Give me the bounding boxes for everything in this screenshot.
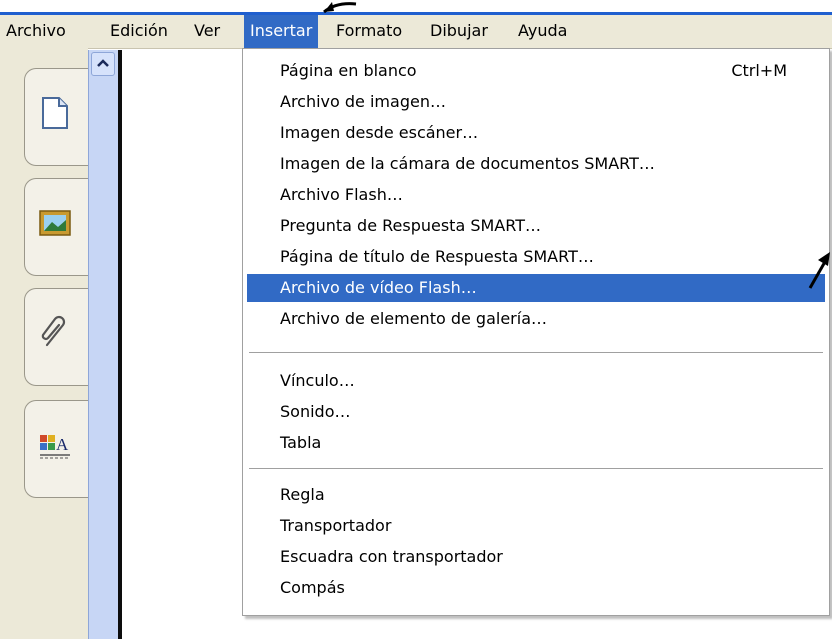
menu-edicion[interactable]: Edición (104, 15, 174, 48)
menu-item-link[interactable]: Vínculo… (247, 367, 825, 395)
menu-ayuda[interactable]: Ayuda (512, 15, 573, 48)
menu-item-set-square[interactable]: Escuadra con transportador (247, 543, 825, 571)
menu-item-ruler[interactable]: Regla (247, 481, 825, 509)
page-sorter-tab[interactable] (24, 68, 91, 166)
gallery-tab[interactable] (24, 178, 91, 276)
menu-item-label: Página en blanco (280, 61, 417, 80)
vertical-scrollbar[interactable] (88, 50, 119, 639)
svg-text:A: A (56, 435, 69, 454)
menu-item-scanner-image[interactable]: Imagen desde escáner… (247, 119, 825, 147)
insertar-dropdown-menu: Página en blanco Ctrl+M Archivo de image… (242, 48, 830, 616)
menu-item-compass[interactable]: Compás (247, 574, 825, 602)
annotation-arrow-top (323, 2, 357, 14)
menu-ver[interactable]: Ver (188, 15, 226, 48)
menu-separator (249, 352, 823, 354)
menu-item-flash-video-file[interactable]: Archivo de vídeo Flash… (247, 274, 825, 302)
page-sorter-icon (42, 97, 68, 129)
divider-line (118, 50, 122, 639)
menu-item-flash-file[interactable]: Archivo Flash… (247, 181, 825, 209)
annotation-arrow-side (808, 252, 830, 289)
menu-item-sound[interactable]: Sonido… (247, 398, 825, 426)
menu-insertar[interactable]: Insertar (244, 15, 319, 48)
menu-item-gallery-item-file[interactable]: Archivo de elemento de galería… (247, 305, 825, 333)
menu-item-table[interactable]: Tabla (247, 429, 825, 457)
menu-item-blank-page[interactable]: Página en blanco Ctrl+M (247, 57, 825, 85)
menu-separator (249, 468, 823, 470)
menu-item-image-file[interactable]: Archivo de imagen… (247, 88, 825, 116)
attachments-tab[interactable] (24, 288, 91, 386)
menu-bar: Archivo Edición Ver Insertar Formato Dib… (0, 15, 832, 49)
shortcut-label: Ctrl+M (731, 61, 787, 80)
properties-tab[interactable]: A (24, 400, 91, 498)
chevron-up-icon (97, 59, 109, 67)
menu-item-protractor[interactable]: Transportador (247, 512, 825, 540)
attachments-icon (41, 315, 66, 347)
menu-dibujar[interactable]: Dibujar (424, 15, 494, 48)
gallery-icon (39, 210, 71, 236)
menu-formato[interactable]: Formato (330, 15, 408, 48)
side-toolbar: A (0, 48, 91, 639)
menu-item-response-title-page[interactable]: Página de título de Respuesta SMART… (247, 243, 825, 271)
menu-item-response-question[interactable]: Pregunta de Respuesta SMART… (247, 212, 825, 240)
properties-icon: A (40, 435, 70, 459)
menu-item-document-camera-image[interactable]: Imagen de la cámara de documentos SMART… (247, 150, 825, 178)
scroll-up-button[interactable] (91, 52, 115, 76)
menu-archivo[interactable]: Archivo (0, 15, 72, 48)
